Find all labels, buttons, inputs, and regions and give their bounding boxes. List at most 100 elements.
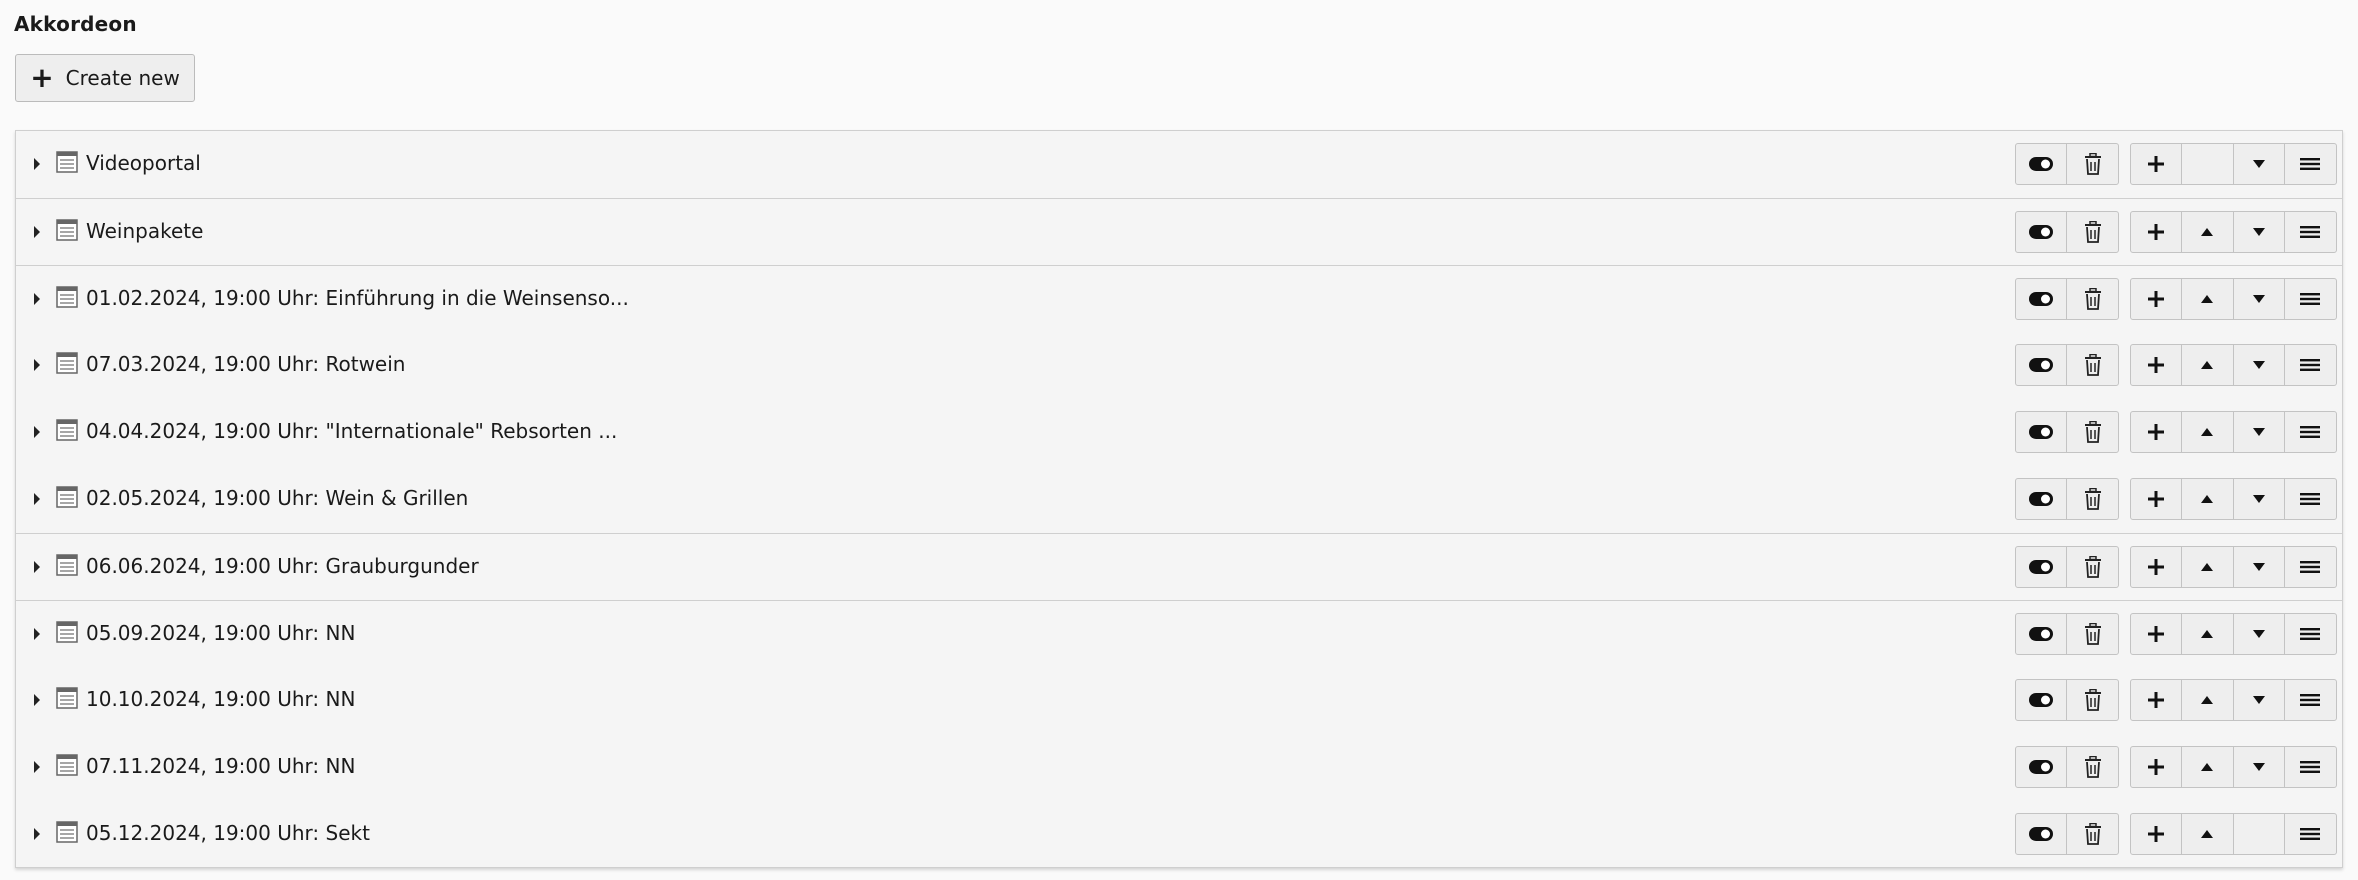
delete-button[interactable] <box>2067 345 2118 385</box>
toggle-visibility-button[interactable] <box>2016 747 2067 787</box>
delete-button[interactable] <box>2067 479 2118 519</box>
delete-button[interactable] <box>2067 212 2118 252</box>
record-state-actions <box>2015 813 2119 855</box>
toggle-visibility-button[interactable] <box>2016 680 2067 720</box>
move-up-button[interactable] <box>2182 279 2234 319</box>
add-after-button[interactable] <box>2131 680 2183 720</box>
add-after-button[interactable] <box>2131 547 2183 587</box>
caret-right-icon[interactable] <box>34 293 40 305</box>
drag-handle-button[interactable] <box>2285 279 2336 319</box>
move-up-button[interactable] <box>2182 479 2234 519</box>
move-up-button[interactable] <box>2182 680 2234 720</box>
record-title[interactable]: 04.04.2024, 19:00 Uhr: "Internationale" … <box>86 419 617 443</box>
drag-handle-button[interactable] <box>2285 814 2336 854</box>
add-after-button[interactable] <box>2131 279 2183 319</box>
caret-right-icon[interactable] <box>34 761 40 773</box>
toggle-visibility-icon <box>2028 291 2054 307</box>
move-down-button[interactable] <box>2234 614 2285 654</box>
caret-right-icon[interactable] <box>34 561 40 573</box>
caret-right-icon[interactable] <box>34 359 40 371</box>
delete-button[interactable] <box>2067 144 2118 184</box>
drag-handle-button[interactable] <box>2285 212 2336 252</box>
record-title[interactable]: 07.03.2024, 19:00 Uhr: Rotwein <box>86 352 405 376</box>
drag-handle-button[interactable] <box>2285 479 2336 519</box>
drag-handle-button[interactable] <box>2285 412 2336 452</box>
drag-handle-button[interactable] <box>2285 547 2336 587</box>
move-down-button[interactable] <box>2234 479 2285 519</box>
record-row: 10.10.2024, 19:00 Uhr: NN <box>16 667 2342 734</box>
toggle-visibility-button[interactable] <box>2016 345 2067 385</box>
toggle-visibility-button[interactable] <box>2016 814 2067 854</box>
move-down-icon <box>2252 562 2266 572</box>
delete-button[interactable] <box>2067 412 2118 452</box>
document-icon <box>56 352 78 374</box>
drag-handle-button[interactable] <box>2285 345 2336 385</box>
record-title[interactable]: 07.11.2024, 19:00 Uhr: NN <box>86 754 355 778</box>
record-title[interactable]: 06.06.2024, 19:00 Uhr: Grauburgunder <box>86 554 479 578</box>
drag-handle-button[interactable] <box>2285 614 2336 654</box>
move-up-button[interactable] <box>2182 547 2234 587</box>
toggle-visibility-button[interactable] <box>2016 144 2067 184</box>
move-down-button[interactable] <box>2234 412 2285 452</box>
caret-right-icon[interactable] <box>34 426 40 438</box>
caret-right-icon[interactable] <box>34 828 40 840</box>
toggle-visibility-button[interactable] <box>2016 614 2067 654</box>
add-after-icon <box>2147 490 2165 508</box>
add-after-button[interactable] <box>2131 479 2183 519</box>
caret-right-icon[interactable] <box>34 226 40 238</box>
toggle-visibility-button[interactable] <box>2016 412 2067 452</box>
caret-right-icon[interactable] <box>34 158 40 170</box>
record-title[interactable]: 02.05.2024, 19:00 Uhr: Wein & Grillen <box>86 486 468 510</box>
record-position-actions <box>2130 813 2337 855</box>
drag-handle-button[interactable] <box>2285 680 2336 720</box>
move-down-button[interactable] <box>2234 747 2285 787</box>
record-title[interactable]: Weinpakete <box>86 219 203 243</box>
move-down-button[interactable] <box>2234 680 2285 720</box>
add-after-button[interactable] <box>2131 412 2183 452</box>
move-up-button[interactable] <box>2182 747 2234 787</box>
drag-handle-icon <box>2299 292 2321 306</box>
toggle-visibility-icon <box>2028 626 2054 642</box>
record-title[interactable]: 05.09.2024, 19:00 Uhr: NN <box>86 621 355 645</box>
move-up-button[interactable] <box>2182 212 2234 252</box>
create-new-button[interactable]: + Create new <box>15 54 195 102</box>
delete-button[interactable] <box>2067 680 2118 720</box>
caret-right-icon[interactable] <box>34 493 40 505</box>
move-up-button[interactable] <box>2182 814 2234 854</box>
toggle-visibility-button[interactable] <box>2016 547 2067 587</box>
move-down-button[interactable] <box>2234 279 2285 319</box>
drag-handle-button[interactable] <box>2285 747 2336 787</box>
move-up-button[interactable] <box>2182 614 2234 654</box>
add-after-button[interactable] <box>2131 614 2183 654</box>
add-after-button[interactable] <box>2131 747 2183 787</box>
toggle-visibility-button[interactable] <box>2016 279 2067 319</box>
toggle-visibility-button[interactable] <box>2016 479 2067 519</box>
delete-button[interactable] <box>2067 814 2118 854</box>
move-down-button[interactable] <box>2234 212 2285 252</box>
delete-button[interactable] <box>2067 614 2118 654</box>
record-title[interactable]: 10.10.2024, 19:00 Uhr: NN <box>86 687 355 711</box>
toggle-visibility-button[interactable] <box>2016 212 2067 252</box>
move-up-button[interactable] <box>2182 345 2234 385</box>
add-after-button[interactable] <box>2131 345 2183 385</box>
drag-handle-button[interactable] <box>2285 144 2336 184</box>
delete-button[interactable] <box>2067 279 2118 319</box>
record-title[interactable]: 05.12.2024, 19:00 Uhr: Sekt <box>86 821 370 845</box>
record-position-actions <box>2130 344 2337 386</box>
section-title: Akkordeon <box>14 12 137 36</box>
delete-button[interactable] <box>2067 547 2118 587</box>
move-down-button[interactable] <box>2234 345 2285 385</box>
move-down-button[interactable] <box>2234 547 2285 587</box>
move-down-icon <box>2252 427 2266 437</box>
caret-right-icon[interactable] <box>34 694 40 706</box>
record-title[interactable]: 01.02.2024, 19:00 Uhr: Einführung in die… <box>86 286 629 310</box>
move-down-button[interactable] <box>2234 144 2285 184</box>
delete-button[interactable] <box>2067 747 2118 787</box>
move-down-icon <box>2252 629 2266 639</box>
caret-right-icon[interactable] <box>34 628 40 640</box>
add-after-button[interactable] <box>2131 212 2183 252</box>
add-after-button[interactable] <box>2131 144 2183 184</box>
add-after-button[interactable] <box>2131 814 2183 854</box>
record-title[interactable]: Videoportal <box>86 151 201 175</box>
move-up-button[interactable] <box>2182 412 2234 452</box>
